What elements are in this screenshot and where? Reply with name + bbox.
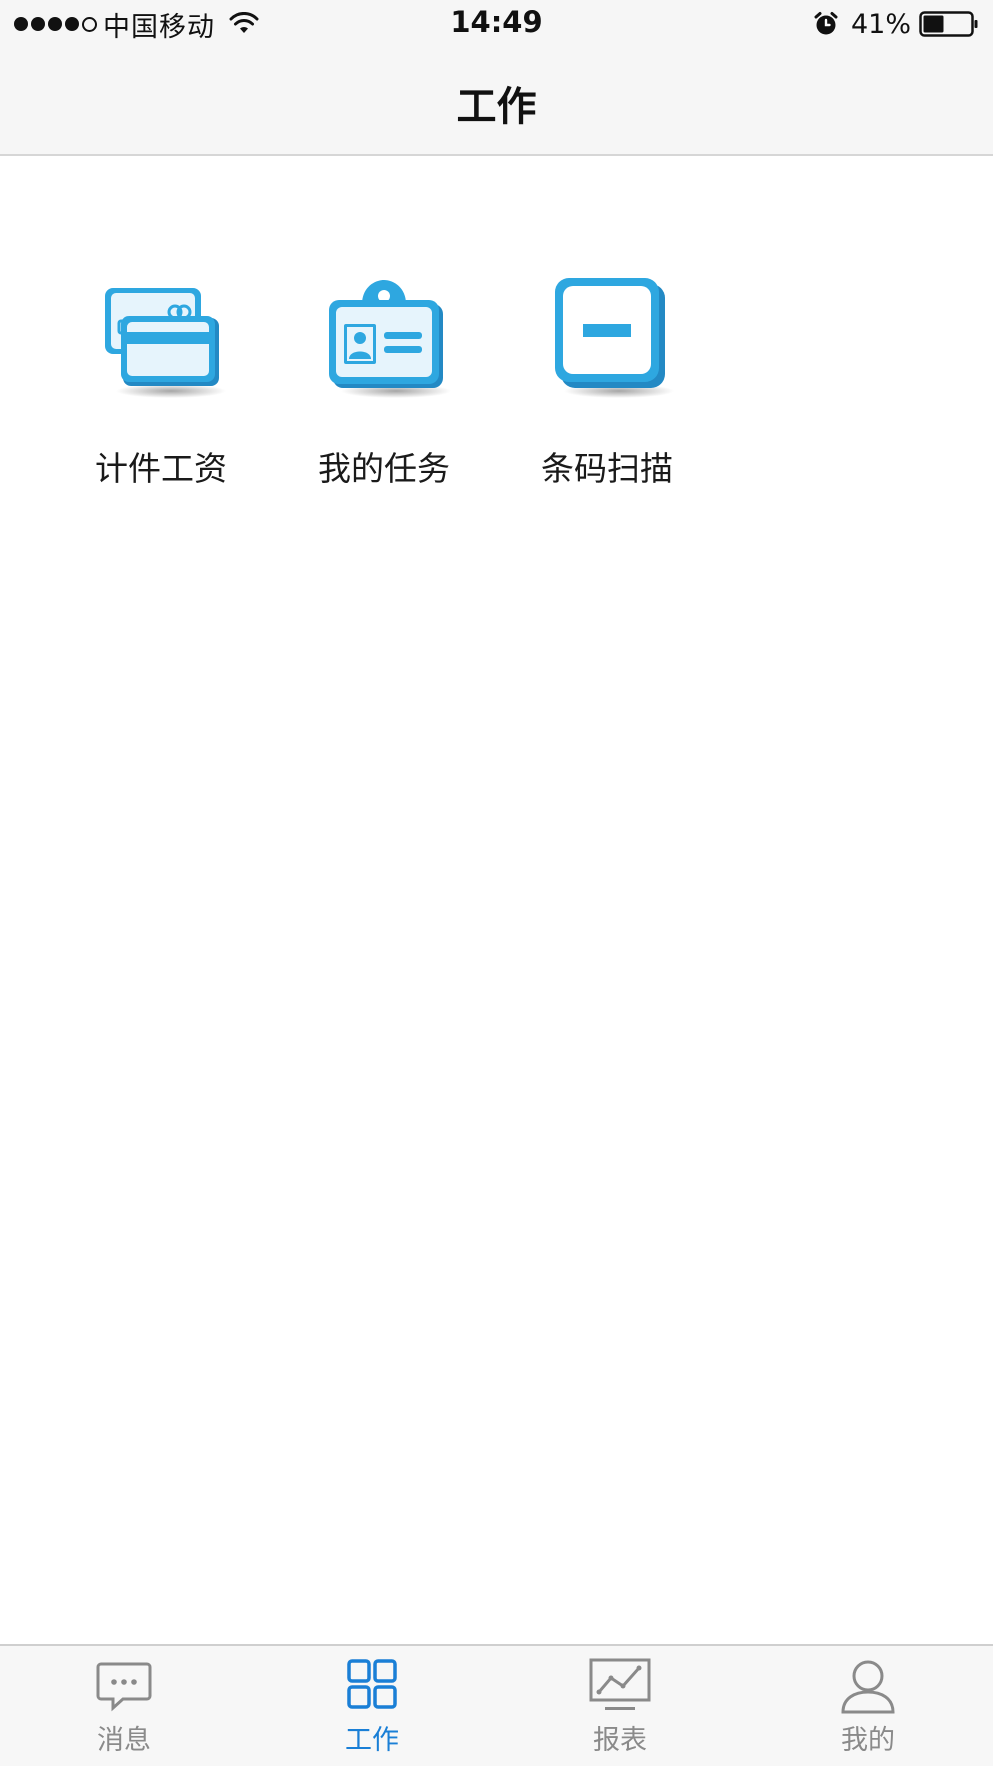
tab-label-messages: 消息 — [97, 1725, 151, 1756]
tab-mine[interactable]: 我的 — [744, 1646, 992, 1766]
tab-bar: 消息 工作 报表 我的 — [0, 1644, 993, 1766]
barcode-scan-icon — [555, 278, 674, 398]
app-screen: 中国移动 14:49 41% 工作 计件工资 我的任务 条码扫描 消息 工作 报… — [0, 0, 993, 1766]
tab-reports[interactable]: 报表 — [496, 1646, 744, 1766]
app-tile-piece-wage[interactable]: 计件工资 — [51, 266, 271, 490]
tab-label-work: 工作 — [345, 1725, 399, 1756]
battery-icon — [919, 11, 978, 37]
grid-icon — [347, 1659, 397, 1709]
app-label-my-tasks: 我的任务 — [318, 449, 450, 488]
status-bar: 中国移动 14:49 41% — [0, 0, 993, 48]
app-label-piece-wage: 计件工资 — [95, 449, 227, 488]
app-tile-my-tasks[interactable]: 我的任务 — [274, 266, 494, 490]
page-title: 工作 — [456, 84, 537, 130]
user-icon — [841, 1660, 895, 1714]
battery-percentage: 41% — [850, 8, 911, 40]
tab-messages[interactable]: 消息 — [0, 1646, 248, 1766]
alarm-icon — [814, 12, 838, 35]
chat-icon — [96, 1662, 152, 1712]
cards-icon — [105, 288, 226, 398]
status-right: 41% — [813, 6, 979, 42]
chart-icon — [589, 1658, 651, 1710]
tab-label-reports: 报表 — [593, 1725, 647, 1756]
tab-label-mine: 我的 — [841, 1725, 895, 1756]
app-tile-barcode-scan[interactable]: 条码扫描 — [497, 266, 717, 490]
navigation-bar: 工作 — [0, 48, 993, 156]
app-label-barcode-scan: 条码扫描 — [541, 449, 673, 488]
id-badge-icon — [329, 280, 451, 398]
tab-work[interactable]: 工作 — [248, 1646, 496, 1766]
